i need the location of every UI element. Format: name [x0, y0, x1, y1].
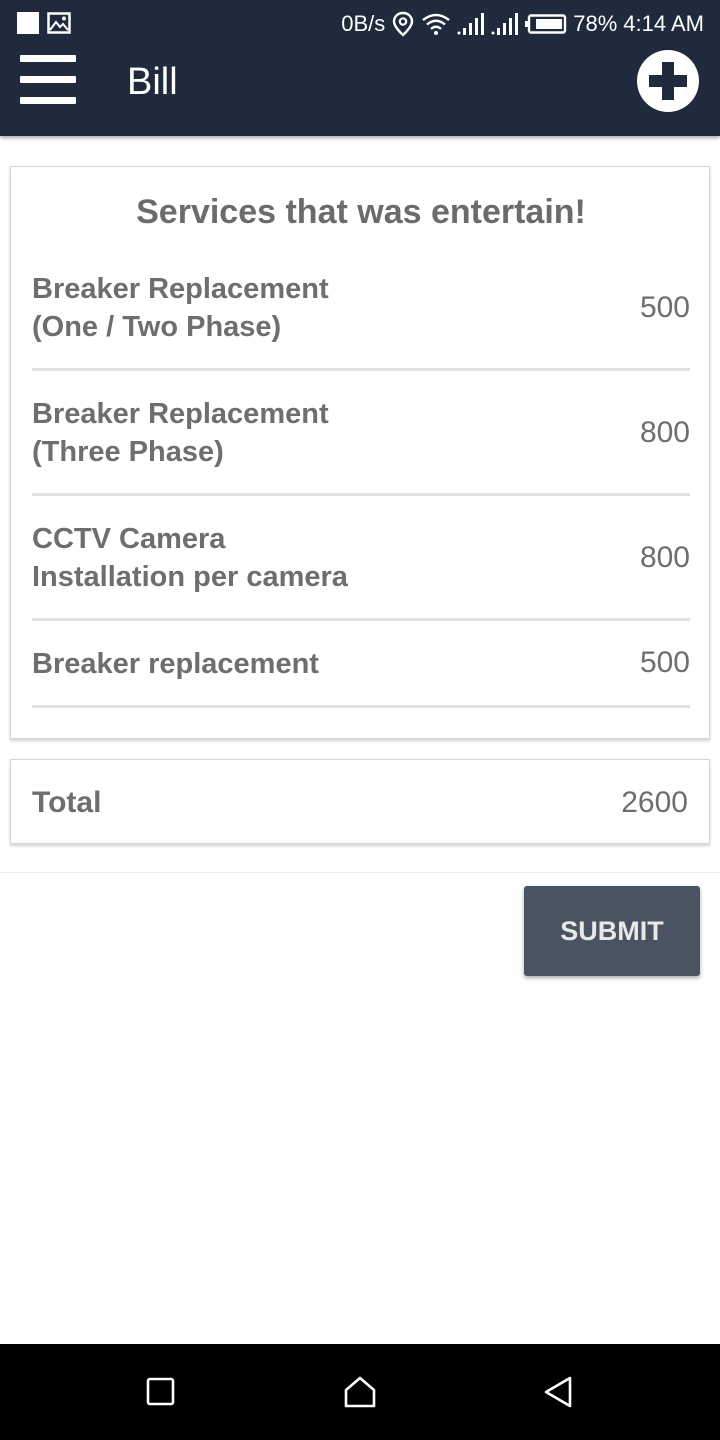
clock: 4:14 AM — [623, 11, 704, 36]
total-card: Total 2600 — [10, 759, 710, 844]
service-row: Breaker Replacement (One / Two Phase) 50… — [32, 267, 690, 371]
back-triangle-icon[interactable] — [538, 1374, 578, 1410]
service-name: Breaker Replacement (Three Phase) — [32, 395, 329, 471]
wifi-icon — [422, 13, 450, 35]
status-bar-left — [17, 12, 71, 34]
battery-icon — [525, 14, 567, 34]
plus-circle-icon-vertical — [662, 62, 674, 100]
gallery-icon — [47, 12, 71, 34]
net-speed: 0B/s — [341, 11, 386, 36]
service-name-line1: Breaker replacement — [32, 648, 319, 680]
page-title: Bill — [127, 61, 178, 103]
service-name-line2: Installation per camera — [32, 561, 348, 593]
status-bar: 0B/s 78% 4:14 AM — [0, 0, 720, 48]
service-price: 800 — [639, 416, 690, 449]
submit-button[interactable]: SUBMIT — [524, 886, 700, 976]
service-name: Breaker replacement — [32, 645, 319, 683]
home-icon[interactable] — [340, 1374, 380, 1410]
service-name-line2: (Three Phase) — [32, 436, 224, 468]
service-name-line2: (One / Two Phase) — [32, 311, 282, 343]
status-bar-right: 0B/s 78% 4:14 AM — [341, 0, 704, 48]
add-button[interactable] — [637, 50, 699, 112]
notification-square-icon — [17, 12, 39, 34]
navigation-bar — [0, 1344, 720, 1440]
service-name-line1: Breaker Replacement — [32, 398, 329, 430]
location-icon — [393, 11, 414, 37]
services-card: Services that was entertain! Breaker Rep… — [10, 166, 710, 739]
service-name: CCTV Camera Installation per camera — [32, 520, 348, 596]
total-label: Total — [32, 786, 102, 819]
recents-square-icon[interactable] — [140, 1374, 180, 1410]
service-name-line1: CCTV Camera — [32, 523, 226, 555]
signal-icon — [457, 13, 485, 35]
battery-percent: 78% — [573, 11, 618, 36]
divider — [0, 872, 720, 873]
service-row: CCTV Camera Installation per camera 800 — [32, 517, 690, 621]
app-bar: Bill — [0, 48, 720, 136]
service-row: Breaker Replacement (Three Phase) 800 — [32, 392, 690, 496]
total-value: 2600 — [621, 786, 688, 819]
service-row: Breaker replacement 500 — [32, 642, 690, 708]
service-name: Breaker Replacement (One / Two Phase) — [32, 270, 329, 346]
hamburger-menu-icon[interactable] — [20, 55, 76, 107]
service-price: 800 — [639, 541, 690, 574]
service-name-line1: Breaker Replacement — [32, 273, 329, 305]
services-heading: Services that was entertain! — [136, 193, 586, 231]
service-price: 500 — [639, 291, 690, 324]
service-price: 500 — [639, 646, 690, 679]
signal-icon — [491, 13, 519, 35]
